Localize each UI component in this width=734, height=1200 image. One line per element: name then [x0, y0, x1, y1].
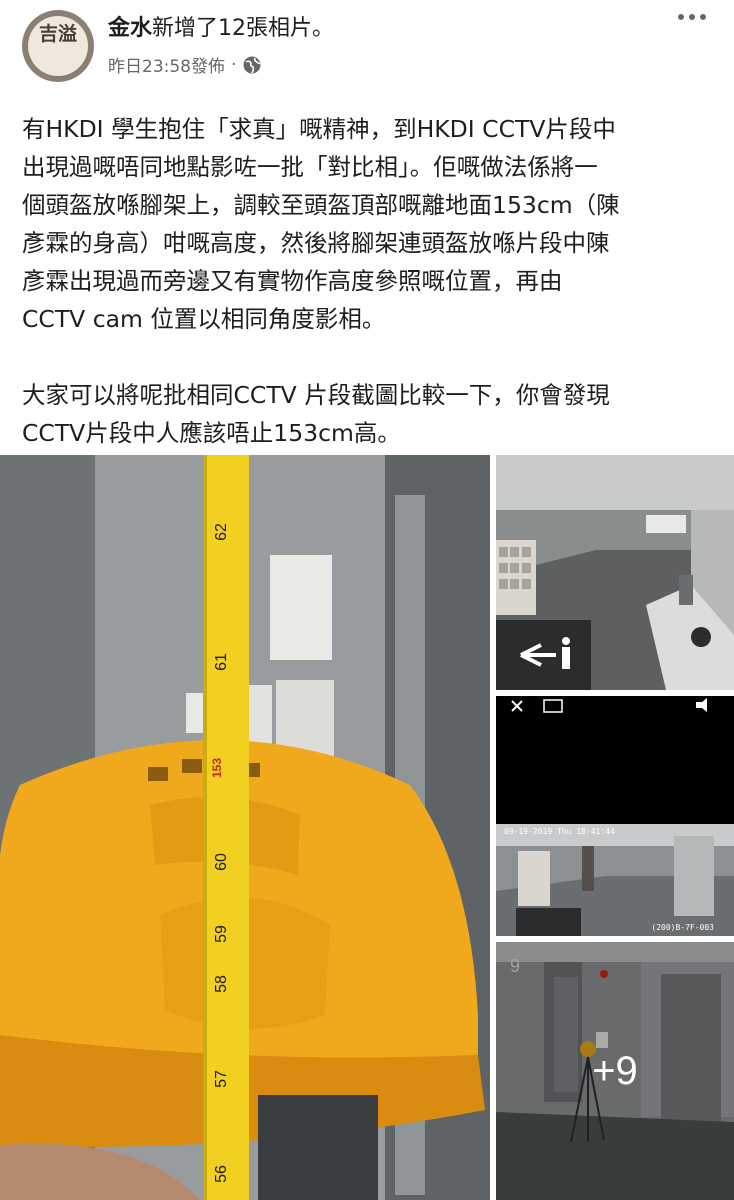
author-name[interactable]: 金水: [108, 16, 152, 41]
tape-number: 61: [212, 653, 230, 671]
tape-mark: 153: [210, 757, 225, 779]
cctv-photo-image: [496, 696, 734, 936]
more-dot: [689, 14, 695, 20]
more-dot: [700, 14, 706, 20]
more-options-button[interactable]: [678, 14, 706, 20]
tape-number: 62: [212, 523, 230, 541]
tape-scale: 62 61 153 60 59 58 57 56: [203, 455, 249, 1200]
post-header: 吉溢 金水新增了12張相片。 昨日23:58發佈 ·: [0, 0, 734, 92]
post-paragraph-2: 大家可以將呢批相同CCTV 片段截圖比較一下，你會發現 CCTV片段中人應該唔止…: [22, 381, 610, 447]
photo-gallery: 62 61 153 60 59 58 57 56 09-19-2019 Thu …: [0, 455, 734, 1200]
avatar[interactable]: 吉溢: [22, 10, 94, 82]
meta-separator: ·: [231, 54, 237, 75]
post-timestamp[interactable]: 昨日23:58發佈: [108, 52, 225, 77]
cctv-timestamp: 09-19-2019 Thu 18:41:44: [504, 827, 615, 836]
post-meta: 昨日23:58發佈 ·: [108, 52, 262, 77]
cctv-camera-id: (200)B-7F-003: [651, 923, 714, 932]
tape-number: 57: [212, 1070, 230, 1088]
more-dot: [678, 14, 684, 20]
globe-icon: [243, 56, 261, 73]
tape-number: 59: [212, 925, 230, 943]
photo-cctv[interactable]: 09-19-2019 Thu 18:41:44 (200)B-7F-003: [496, 696, 734, 936]
more-photos-overlay[interactable]: +9: [496, 942, 734, 1200]
photo-helmet-tape[interactable]: 62 61 153 60 59 58 57 56: [0, 455, 490, 1200]
post-title: 金水新增了12張相片。: [108, 10, 334, 42]
tape-number: 56: [212, 1165, 230, 1183]
tape-number: 60: [212, 853, 230, 871]
avatar-seal: 吉溢: [38, 23, 77, 45]
photo-corridor[interactable]: [496, 455, 734, 690]
photo-elevator[interactable]: 9 +9: [496, 942, 734, 1200]
corridor-photo-image: [496, 455, 734, 690]
post-paragraph-1: 有HKDI 學生抱住「求真」嘅精神，到HKDI CCTV片段中 出現過嘅唔同地點…: [22, 115, 620, 333]
post-body: 有HKDI 學生抱住「求真」嘅精神，到HKDI CCTV片段中 出現過嘅唔同地點…: [22, 110, 722, 452]
tape-number: 58: [212, 975, 230, 993]
post-action: 新增了12張相片。: [152, 16, 335, 41]
